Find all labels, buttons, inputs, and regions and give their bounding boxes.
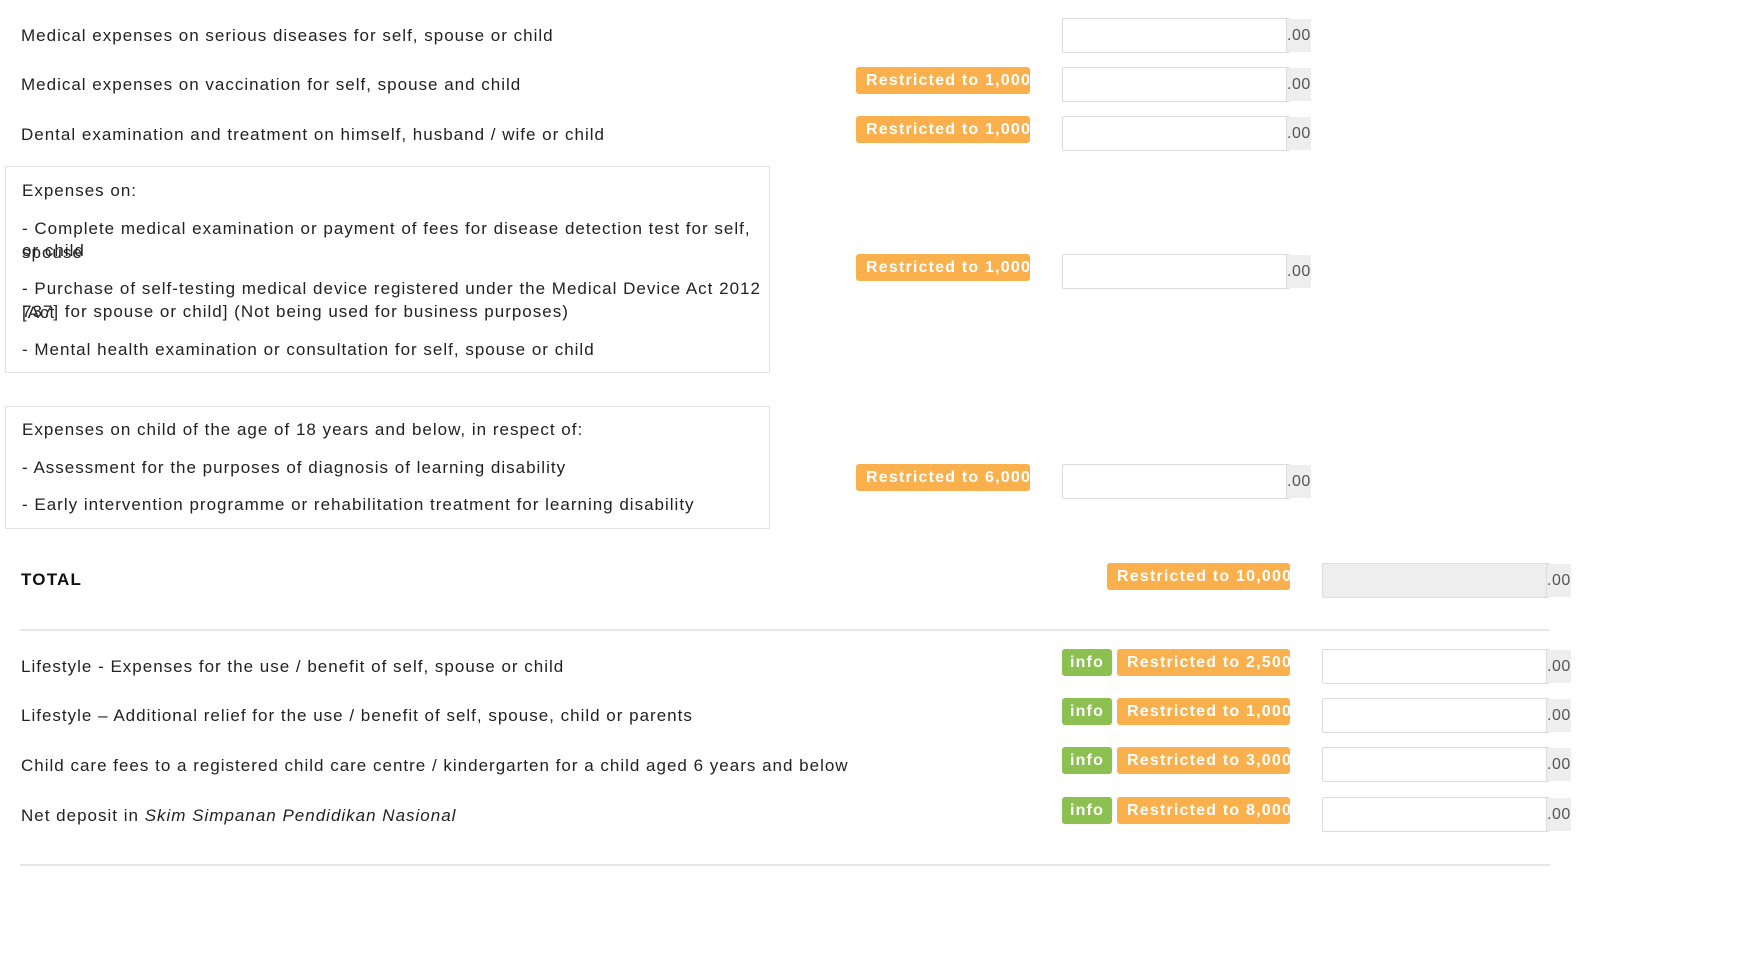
medical-exam-field: .00 — [1062, 254, 1311, 289]
decimal-suffix: .00 — [1546, 748, 1571, 781]
lifestyle-restriction-badge: Restricted to 2,500 — [1117, 649, 1291, 676]
sspn-input[interactable] — [1323, 798, 1546, 831]
medical-exam-item-3: - Mental health examination or consultat… — [22, 340, 595, 359]
lifestyle-additional-info-badge[interactable]: info — [1062, 698, 1112, 725]
serious-diseases-label: Medical expenses on serious diseases for… — [21, 26, 554, 45]
decimal-suffix: .00 — [1286, 19, 1311, 52]
learning-disability-description-box: Expenses on child of the age of 18 years… — [5, 406, 770, 529]
decimal-suffix: .00 — [1546, 650, 1571, 683]
total-label: TOTAL — [21, 570, 83, 589]
section-divider-bottom — [20, 864, 1550, 866]
learning-disability-item-1: - Assessment for the purposes of diagnos… — [22, 458, 567, 477]
vaccination-label: Medical expenses on vaccination for self… — [21, 75, 522, 94]
learning-disability-restriction-badge: Restricted to 6,000 — [856, 464, 1030, 491]
medical-exam-item-2-cont: 737] for spouse or child] (Not being use… — [22, 302, 569, 321]
child-care-info-badge[interactable]: info — [1062, 747, 1112, 774]
sspn-label: Net deposit in Skim Simpanan Pendidikan … — [21, 804, 456, 828]
medical-exam-item-1-cont: or child — [22, 241, 85, 260]
lifestyle-additional-input[interactable] — [1323, 699, 1546, 732]
lifestyle-additional-field: .00 — [1322, 698, 1571, 733]
learning-disability-field: .00 — [1062, 464, 1311, 499]
decimal-suffix: .00 — [1546, 798, 1571, 831]
lifestyle-info-badge[interactable]: info — [1062, 649, 1112, 676]
medical-exam-description-box: Expenses on: - Complete medical examinat… — [5, 166, 770, 373]
medical-exam-item-1: - Complete medical examination or paymen… — [22, 219, 751, 262]
serious-diseases-field: .00 — [1062, 18, 1311, 53]
medical-exam-input[interactable] — [1063, 255, 1286, 288]
sspn-field: .00 — [1322, 797, 1571, 832]
lifestyle-field: .00 — [1322, 649, 1571, 684]
serious-diseases-input[interactable] — [1063, 19, 1286, 52]
decimal-suffix: .00 — [1286, 68, 1311, 101]
dental-field: .00 — [1062, 116, 1311, 151]
medical-exam-title: Expenses on: — [22, 181, 138, 200]
total-restriction-badge: Restricted to 10,000 — [1107, 563, 1291, 590]
child-care-input[interactable] — [1323, 748, 1546, 781]
dental-restriction-badge: Restricted to 1,000 — [856, 116, 1030, 143]
sspn-restriction-badge: Restricted to 8,000 — [1117, 797, 1291, 824]
learning-disability-input[interactable] — [1063, 465, 1286, 498]
learning-disability-title: Expenses on child of the age of 18 years… — [22, 420, 584, 439]
vaccination-restriction-badge: Restricted to 1,000 — [856, 67, 1030, 94]
dental-label: Dental examination and treatment on hims… — [21, 125, 605, 144]
total-input — [1323, 564, 1546, 597]
lifestyle-input[interactable] — [1323, 650, 1546, 683]
child-care-field: .00 — [1322, 747, 1571, 782]
decimal-suffix: .00 — [1546, 564, 1571, 597]
section-divider — [20, 629, 1550, 631]
vaccination-field: .00 — [1062, 67, 1311, 102]
medical-exam-restriction-badge: Restricted to 1,000 — [856, 254, 1030, 281]
decimal-suffix: .00 — [1286, 117, 1311, 150]
sspn-info-badge[interactable]: info — [1062, 797, 1112, 824]
decimal-suffix: .00 — [1546, 699, 1571, 732]
child-care-restriction-badge: Restricted to 3,000 — [1117, 747, 1291, 774]
total-field: .00 — [1322, 563, 1571, 598]
decimal-suffix: .00 — [1286, 255, 1311, 288]
lifestyle-label: Lifestyle - Expenses for the use / benef… — [21, 657, 565, 676]
learning-disability-item-2: - Early intervention programme or rehabi… — [22, 495, 695, 514]
vaccination-input[interactable] — [1063, 68, 1286, 101]
sspn-label-prefix: Net deposit in — [21, 806, 145, 825]
lifestyle-additional-restriction-badge: Restricted to 1,000 — [1117, 698, 1291, 725]
child-care-label: Child care fees to a registered child ca… — [21, 756, 849, 775]
sspn-scheme-name: Skim Simpanan Pendidikan Nasional — [144, 806, 457, 825]
lifestyle-additional-label: Lifestyle – Additional relief for the us… — [21, 706, 693, 725]
decimal-suffix: .00 — [1286, 465, 1311, 498]
dental-input[interactable] — [1063, 117, 1286, 150]
